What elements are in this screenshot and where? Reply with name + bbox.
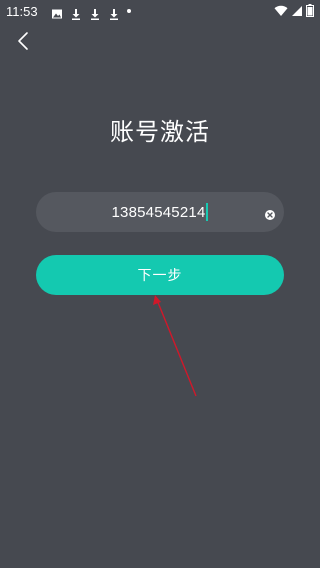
text-cursor	[206, 203, 209, 221]
phone-input-value: 13854545214	[111, 203, 206, 221]
notification-dot-icon	[126, 9, 131, 13]
chevron-left-icon	[16, 31, 30, 55]
account-activation-screen: 11:53 账号激活 13854545214 下一步	[0, 0, 320, 568]
status-bar-left: 11:53	[6, 3, 131, 20]
image-icon	[51, 5, 63, 19]
page-title: 账号激活	[110, 118, 210, 146]
download-icon	[70, 5, 82, 20]
wifi-icon	[274, 2, 288, 21]
download-icon	[89, 5, 101, 20]
signal-icon	[291, 2, 303, 21]
back-button[interactable]	[12, 32, 34, 54]
phone-input[interactable]: 13854545214	[36, 192, 284, 232]
status-time: 11:53	[6, 3, 38, 19]
next-button[interactable]: 下一步	[36, 255, 284, 295]
status-bar: 11:53	[0, 0, 320, 22]
clear-circle-icon[interactable]	[264, 206, 276, 220]
status-bar-right	[274, 2, 314, 21]
download-icon	[108, 5, 120, 20]
battery-icon	[306, 2, 314, 21]
